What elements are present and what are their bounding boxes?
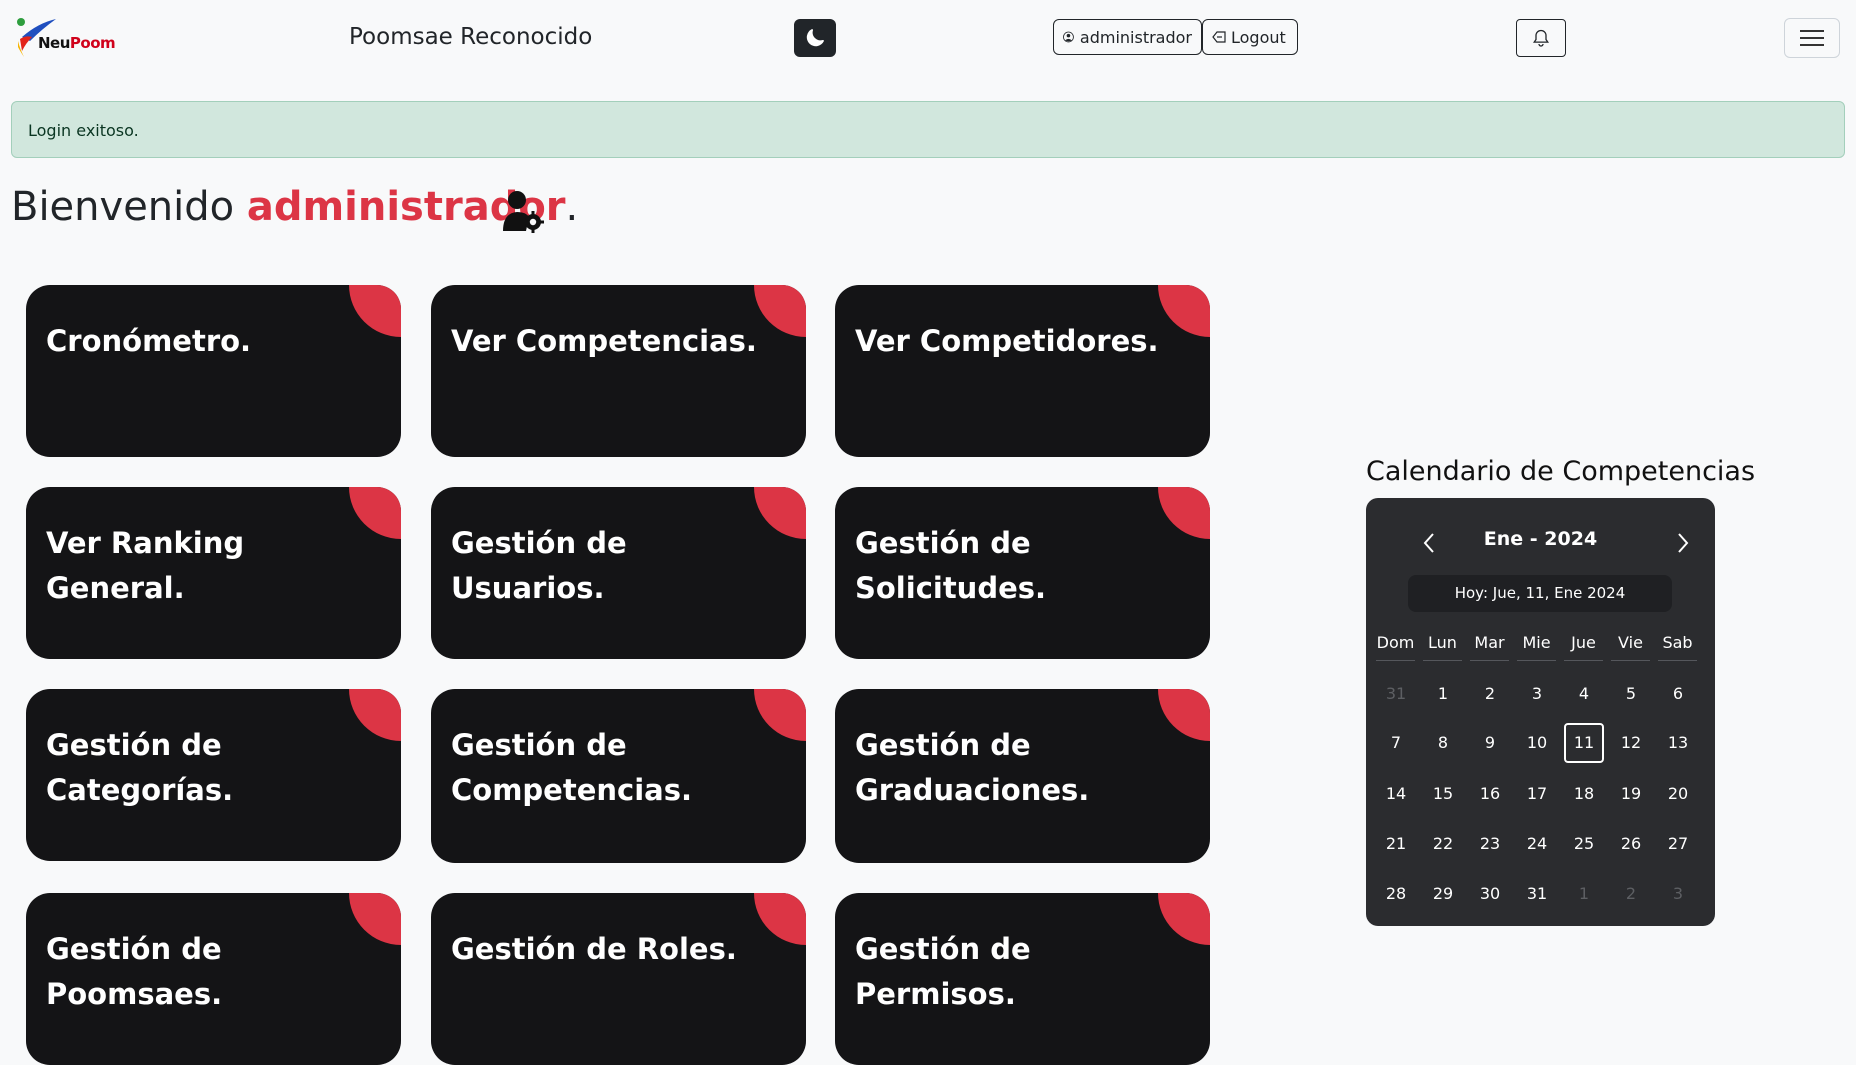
navbar: NeuPoom Poomsae Reconocido administrador… — [0, 0, 1856, 78]
calendar-weekday: Dom — [1376, 633, 1415, 661]
navbar-toggler-button[interactable] — [1784, 18, 1840, 58]
calendar-day[interactable]: 18 — [1564, 774, 1604, 814]
calendar-day[interactable]: 1 — [1564, 874, 1604, 914]
logout-label: Logout — [1231, 27, 1286, 47]
calendar-day[interactable]: 3 — [1517, 674, 1557, 714]
calendar-day[interactable]: 13 — [1658, 723, 1698, 763]
calendar-today-label[interactable]: Hoy: Jue, 11, Ene 2024 — [1408, 575, 1672, 612]
notifications-button[interactable] — [1516, 19, 1566, 57]
card-ver-competidores[interactable]: Ver Competidores. — [835, 285, 1210, 457]
calendar-day[interactable]: 20 — [1658, 774, 1698, 814]
calendar-day[interactable]: 22 — [1423, 824, 1463, 864]
card-gestion-categorias[interactable]: Gestión de Categorías. — [26, 689, 401, 861]
card-title: Ver Competencias. — [451, 324, 757, 358]
user-button-label: administrador — [1079, 27, 1192, 47]
calendar-day[interactable]: 7 — [1376, 723, 1416, 763]
welcome-prefix: Bienvenido — [11, 184, 247, 230]
card-title: Gestión de Categorías. — [46, 728, 234, 807]
card-title: Gestión de Roles. — [451, 932, 737, 966]
card-title: Gestión de Poomsaes. — [46, 932, 223, 1011]
calendar-weekday: Lun — [1423, 633, 1462, 661]
calendar-day[interactable]: 1 — [1423, 674, 1463, 714]
calendar-day[interactable]: 3 — [1658, 874, 1698, 914]
logout-button[interactable]: Logout — [1202, 19, 1298, 55]
calendar-day[interactable]: 12 — [1611, 723, 1651, 763]
calendar: Ene - 2024 Hoy: Jue, 11, Ene 2024 Dom Lun… — [1366, 498, 1715, 926]
card-gestion-usuarios[interactable]: Gestión de Usuarios. — [431, 487, 806, 659]
calendar-weekday: Sab — [1658, 633, 1697, 661]
welcome-heading: Bienvenido administrador. — [11, 184, 578, 230]
calendar-prev-button[interactable] — [1414, 528, 1444, 558]
calendar-day[interactable]: 28 — [1376, 874, 1416, 914]
calendar-day[interactable]: 4 — [1564, 674, 1604, 714]
calendar-day[interactable]: 27 — [1658, 824, 1698, 864]
calendar-day[interactable]: 2 — [1611, 874, 1651, 914]
chevron-left-icon — [1423, 533, 1434, 553]
calendar-day[interactable]: 19 — [1611, 774, 1651, 814]
calendar-heading: Calendario de Competencias — [1366, 456, 1756, 487]
calendar-day[interactable]: 15 — [1423, 774, 1463, 814]
logo[interactable]: NeuPoom — [16, 17, 116, 63]
card-ver-ranking-general[interactable]: Ver Ranking General. — [26, 487, 401, 659]
card-cronometro[interactable]: Cronómetro. — [26, 285, 401, 457]
calendar-day[interactable]: 30 — [1470, 874, 1510, 914]
calendar-day[interactable]: 31 — [1517, 874, 1557, 914]
logo-text-poom: Poom — [69, 34, 116, 52]
calendar-day[interactable]: 23 — [1470, 824, 1510, 864]
calendar-weekday: Mie — [1517, 633, 1556, 661]
calendar-day[interactable]: 21 — [1376, 824, 1416, 864]
card-title: Gestión de Solicitudes. — [855, 526, 1047, 605]
card-title: Gestión de Permisos. — [855, 932, 1031, 1011]
logo-text-neu: Neu — [38, 34, 70, 52]
card-gestion-poomsaes[interactable]: Gestión de Poomsaes. — [26, 893, 401, 1065]
calendar-day-today[interactable]: 11 — [1564, 723, 1604, 763]
calendar-day[interactable]: 9 — [1470, 723, 1510, 763]
calendar-next-button[interactable] — [1668, 528, 1698, 558]
chevron-right-icon — [1678, 533, 1689, 553]
calendar-day[interactable]: 14 — [1376, 774, 1416, 814]
card-title: Cronómetro. — [46, 324, 252, 358]
hamburger-icon — [1800, 30, 1824, 46]
bell-icon — [1533, 29, 1549, 47]
card-ver-competencias[interactable]: Ver Competencias. — [431, 285, 806, 457]
card-title: Gestión de Graduaciones. — [855, 728, 1090, 807]
card-gestion-solicitudes[interactable]: Gestión de Solicitudes. — [835, 487, 1210, 659]
calendar-weekday: Vie — [1611, 633, 1650, 661]
calendar-day[interactable]: 17 — [1517, 774, 1557, 814]
card-gestion-permisos[interactable]: Gestión de Permisos. — [835, 893, 1210, 1065]
calendar-day[interactable]: 16 — [1470, 774, 1510, 814]
card-gestion-roles[interactable]: Gestión de Roles. — [431, 893, 806, 1065]
success-alert: Login exitoso. — [11, 101, 1845, 158]
calendar-day[interactable]: 29 — [1423, 874, 1463, 914]
calendar-day[interactable]: 24 — [1517, 824, 1557, 864]
card-gestion-competencias[interactable]: Gestión de Competencias. — [431, 689, 806, 863]
calendar-day[interactable]: 25 — [1564, 824, 1604, 864]
card-title: Gestión de Competencias. — [451, 728, 693, 807]
brand-title[interactable]: Poomsae Reconocido — [349, 24, 592, 50]
calendar-day[interactable]: 31 — [1376, 674, 1416, 714]
calendar-day[interactable]: 26 — [1611, 824, 1651, 864]
calendar-day[interactable]: 2 — [1470, 674, 1510, 714]
card-title: Gestión de Usuarios. — [451, 526, 627, 605]
calendar-weekday: Jue — [1564, 633, 1603, 661]
calendar-day[interactable]: 6 — [1658, 674, 1698, 714]
card-gestion-graduaciones[interactable]: Gestión de Graduaciones. — [835, 689, 1210, 863]
welcome-suffix: . — [565, 184, 579, 230]
user-circle-icon — [1063, 31, 1074, 43]
calendar-day[interactable]: 5 — [1611, 674, 1651, 714]
card-title: Ver Ranking General. — [46, 526, 245, 605]
user-button[interactable]: administrador — [1053, 19, 1202, 55]
calendar-weekday: Mar — [1470, 633, 1509, 661]
calendar-day[interactable]: 10 — [1517, 723, 1557, 763]
user-gear-icon — [503, 191, 544, 233]
theme-toggle-button[interactable] — [794, 19, 836, 57]
moon-icon — [806, 29, 824, 47]
calendar-day[interactable]: 8 — [1423, 723, 1463, 763]
card-title: Ver Competidores. — [855, 324, 1159, 358]
logout-icon — [1212, 31, 1226, 43]
